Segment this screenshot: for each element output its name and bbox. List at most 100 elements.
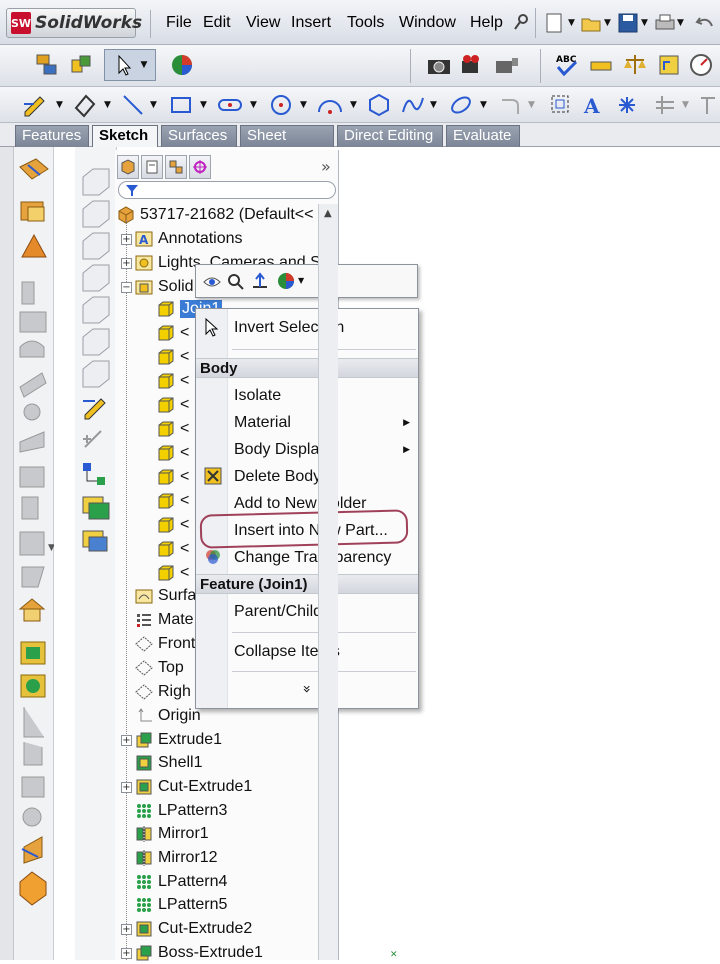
app-logo[interactable]: SW SolidWorks <box>6 8 142 38</box>
text-tool-icon[interactable]: A <box>578 90 608 120</box>
tree-item[interactable]: Front <box>135 633 195 655</box>
menu-window[interactable]: Window <box>399 14 456 32</box>
configuration-manager-tab-icon[interactable] <box>165 155 187 179</box>
tab-direct-editing[interactable]: Direct Editing <box>337 125 443 147</box>
section-properties-icon[interactable] <box>654 50 684 80</box>
chevron-down-icon[interactable]: ▼ <box>480 100 487 110</box>
sketch-icon[interactable] <box>20 90 50 120</box>
chevron-down-icon[interactable]: ▼ <box>430 100 437 110</box>
tree-filter-input[interactable] <box>118 181 336 199</box>
tab-surfaces[interactable]: Surfaces <box>161 125 237 147</box>
chevron-down-icon[interactable]: ▼ <box>568 18 575 28</box>
tree-item[interactable]: Origin <box>135 705 201 727</box>
tree-expander[interactable]: + <box>121 234 132 245</box>
chevron-down-icon[interactable]: ▼ <box>250 100 257 110</box>
tree-item[interactable]: < <box>157 322 189 344</box>
menu-item-isolate[interactable]: Isolate <box>234 387 281 405</box>
tab-sketch[interactable]: Sketch <box>92 125 158 147</box>
tree-item[interactable]: < <box>157 562 189 584</box>
chevron-down-icon[interactable]: ▼ <box>677 18 684 28</box>
chevron-down-icon[interactable]: ▼ <box>641 18 648 28</box>
open-folder-icon[interactable] <box>580 12 602 38</box>
fillet-tool-icon[interactable] <box>496 90 526 120</box>
menu-edit[interactable]: Edit <box>203 14 231 32</box>
chevron-down-icon[interactable]: ▼ <box>682 100 689 110</box>
chevron-down-icon[interactable]: ▼ <box>298 276 304 285</box>
appearance-icon[interactable] <box>166 50 198 80</box>
spell-check-icon[interactable]: ABC <box>552 50 582 80</box>
slot-tool-icon[interactable] <box>214 90 246 120</box>
spline-tool-icon[interactable] <box>398 90 428 120</box>
feature-manager-tab-icon[interactable] <box>117 155 139 179</box>
chevron-down-icon[interactable]: ▼ <box>56 100 63 110</box>
line-tool-icon[interactable] <box>118 90 148 120</box>
tree-expander[interactable]: + <box>121 735 132 746</box>
record-video-icon[interactable] <box>458 50 488 80</box>
stop-record-icon[interactable] <box>492 50 522 80</box>
trim-entities-icon[interactable] <box>650 90 680 120</box>
tree-item[interactable]: < <box>157 466 189 488</box>
chevron-down-icon[interactable]: ▼ <box>200 100 207 110</box>
performance-gauge-icon[interactable] <box>686 50 716 80</box>
tree-item[interactable]: Shell1 <box>135 752 202 774</box>
menu-tools[interactable]: Tools <box>347 14 384 32</box>
polygon-tool-icon[interactable] <box>364 90 394 120</box>
expand-menu-icon[interactable]: » <box>298 685 314 694</box>
tree-item[interactable]: Mirror12 <box>135 847 218 869</box>
tree-item[interactable]: LPattern3 <box>135 800 227 822</box>
tree-item[interactable]: Mirror1 <box>135 823 209 845</box>
tree-scrollbar[interactable]: ▲ <box>318 204 338 960</box>
tree-item[interactable]: Surfa <box>135 585 196 607</box>
measure-icon[interactable] <box>586 50 616 80</box>
tree-item[interactable]: Solid <box>135 276 194 298</box>
menu-help[interactable]: Help <box>470 14 503 32</box>
tree-item[interactable]: < <box>157 346 189 368</box>
chevron-down-icon[interactable]: ▼ <box>604 18 611 28</box>
tree-item[interactable]: < <box>157 418 189 440</box>
tab-sheet-metal[interactable]: Sheet Metal <box>240 125 334 164</box>
circle-tool-icon[interactable] <box>266 90 296 120</box>
undo-icon[interactable] <box>694 12 716 38</box>
tree-item[interactable]: < <box>157 394 189 416</box>
tree-item[interactable]: Boss-Extrude1 <box>135 942 263 964</box>
collapse-panel-icon[interactable]: » <box>321 157 331 176</box>
tree-item[interactable]: Top <box>135 657 184 679</box>
rebuild-icon[interactable] <box>66 50 96 80</box>
options-icon[interactable] <box>32 50 62 80</box>
chevron-down-icon[interactable]: ▼ <box>300 100 307 110</box>
tree-root[interactable]: 53717-21682 (Default<< <box>117 204 313 226</box>
tree-expander[interactable]: − <box>121 282 132 293</box>
dimxpert-manager-tab-icon[interactable] <box>189 155 211 179</box>
tree-item[interactable]: Righ <box>135 681 191 703</box>
menu-item-material[interactable]: Material <box>234 414 291 432</box>
tree-item[interactable]: < <box>157 514 189 536</box>
tree-item[interactable]: LPattern5 <box>135 894 227 916</box>
offset-entities-icon[interactable] <box>546 90 576 120</box>
tree-item[interactable]: < <box>157 370 189 392</box>
arc-tool-icon[interactable] <box>314 90 346 120</box>
chevron-down-icon[interactable]: ▼ <box>150 100 157 110</box>
zoom-to-selection-icon[interactable] <box>226 272 246 294</box>
tree-item[interactable]: < <box>157 538 189 560</box>
print-icon[interactable] <box>654 12 676 38</box>
smart-dimension-icon[interactable] <box>70 90 100 120</box>
tree-item[interactable]: < <box>157 490 189 512</box>
normal-to-icon[interactable] <box>250 272 270 294</box>
chevron-down-icon[interactable]: ▼ <box>104 100 111 110</box>
tree-expander[interactable]: + <box>121 948 132 959</box>
ellipse-tool-icon[interactable] <box>446 90 476 120</box>
tree-item[interactable]: Extrude1 <box>135 729 222 751</box>
menu-file[interactable]: File <box>166 14 192 32</box>
appearance-icon[interactable] <box>276 271 296 295</box>
property-manager-tab-icon[interactable] <box>141 155 163 179</box>
camera-icon[interactable] <box>424 50 454 80</box>
save-icon[interactable] <box>617 12 639 38</box>
point-tool-icon[interactable] <box>612 90 642 120</box>
rectangle-tool-icon[interactable] <box>166 90 196 120</box>
convert-entities-icon[interactable] <box>696 90 720 120</box>
tree-expander[interactable]: + <box>121 924 132 935</box>
mass-properties-icon[interactable] <box>620 50 650 80</box>
tree-item[interactable]: Mate <box>135 609 194 631</box>
tree-expander[interactable]: + <box>121 258 132 269</box>
tree-expander[interactable]: + <box>121 782 132 793</box>
